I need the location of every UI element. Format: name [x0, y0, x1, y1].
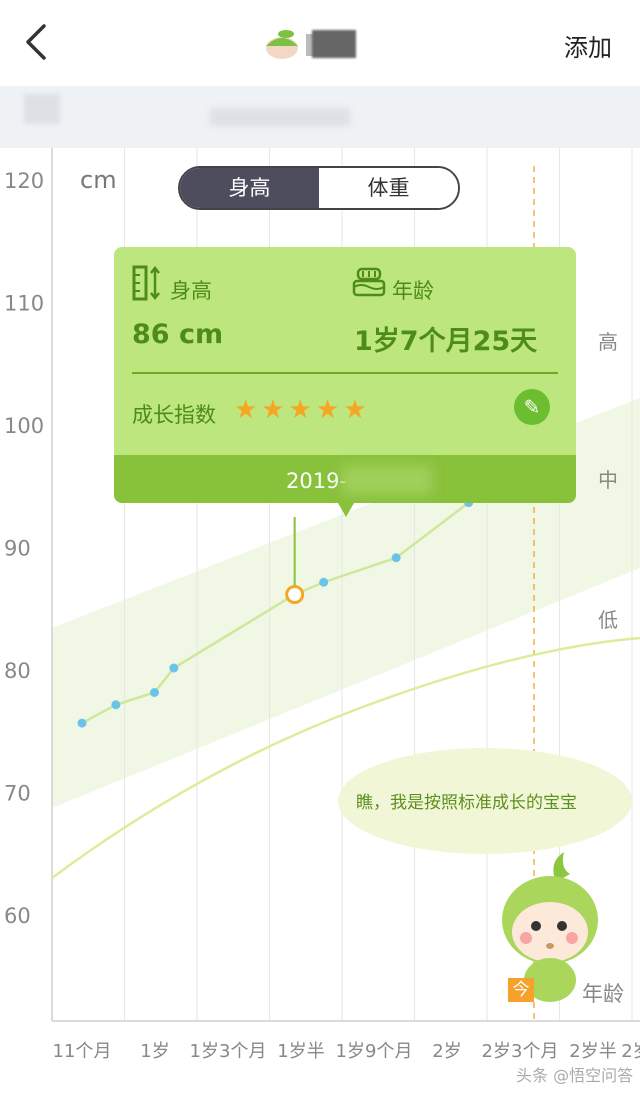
- x-tick-label: 2岁半: [569, 1041, 616, 1062]
- measurement-date: 2019-: [286, 469, 348, 493]
- y-tick-label: 90: [4, 537, 31, 561]
- x-tick-label: 2岁: [621, 1041, 640, 1062]
- tab-height[interactable]: 身高: [180, 168, 319, 208]
- sprout-logo-icon: [266, 30, 298, 59]
- ruler-icon: [132, 265, 160, 301]
- zone-label-low: 低: [598, 608, 618, 632]
- back-arrow-icon[interactable]: [18, 20, 58, 64]
- card-divider: [132, 372, 558, 374]
- y-tick-label: 80: [4, 659, 31, 683]
- date-blur: [342, 465, 432, 495]
- edit-pencil-icon[interactable]: ✎: [514, 389, 550, 425]
- age-label: 年龄: [392, 279, 434, 303]
- height-value: 86 cm: [132, 319, 224, 350]
- cake-icon: [352, 267, 386, 297]
- speech-bubble: 瞧，我是按照标准成长的宝宝: [338, 748, 632, 854]
- growth-index-label: 成长指数: [132, 403, 216, 427]
- watermark: 头条 @悟空问答: [516, 1066, 634, 1085]
- x-tick-label: 1岁9个月: [336, 1041, 413, 1062]
- zone-label-mid: 中: [598, 468, 618, 492]
- x-tick-label: 2岁3个月: [482, 1041, 559, 1062]
- measurement-tooltip-card: 身高 年龄 86 cm 1岁7个月25天 成长指数 ★★★★★ ✎ 2019-: [114, 247, 576, 503]
- y-tick-label: 70: [4, 782, 31, 806]
- x-tick-label: 1岁半: [277, 1041, 324, 1062]
- today-badge: 今: [508, 978, 534, 1002]
- tooltip-pointer: [338, 503, 354, 517]
- tab-weight[interactable]: 体重: [319, 168, 458, 208]
- height-label: 身高: [170, 279, 212, 303]
- zone-label-high: 高: [598, 330, 618, 354]
- x-axis-label: 年龄: [582, 982, 624, 1006]
- metric-toggle: 身高 体重: [178, 166, 460, 210]
- data-point: [391, 553, 401, 563]
- x-tick-label: 1岁: [140, 1041, 169, 1062]
- age-value: 1岁7个月25天: [354, 326, 538, 357]
- y-tick-label: 60: [4, 904, 31, 928]
- y-tick-label: 100: [4, 414, 44, 438]
- x-tick-label: 2岁: [432, 1041, 461, 1062]
- add-button[interactable]: 添加: [564, 28, 612, 63]
- y-tick-label: 110: [4, 292, 44, 316]
- title-blur: [312, 30, 356, 58]
- data-point: [169, 663, 179, 673]
- data-point: [77, 718, 87, 728]
- top-bar: 添加: [0, 0, 640, 86]
- sub-header: [0, 86, 640, 148]
- data-point: [150, 688, 159, 697]
- data-point: [111, 700, 121, 710]
- sub-header-blur-text: [210, 108, 350, 126]
- sub-header-blur-avatar: [24, 94, 60, 124]
- speech-bubble-text: 瞧，我是按照标准成长的宝宝: [356, 793, 577, 813]
- growth-index-stars: ★★★★★: [234, 395, 371, 425]
- data-point: [319, 577, 329, 587]
- y-tick-label: 120: [4, 169, 44, 193]
- x-tick-label: 1岁3个月: [190, 1041, 267, 1062]
- x-tick-label: 11个月: [53, 1041, 112, 1062]
- selected-data-point: [285, 585, 305, 604]
- unit-label: cm: [80, 166, 117, 194]
